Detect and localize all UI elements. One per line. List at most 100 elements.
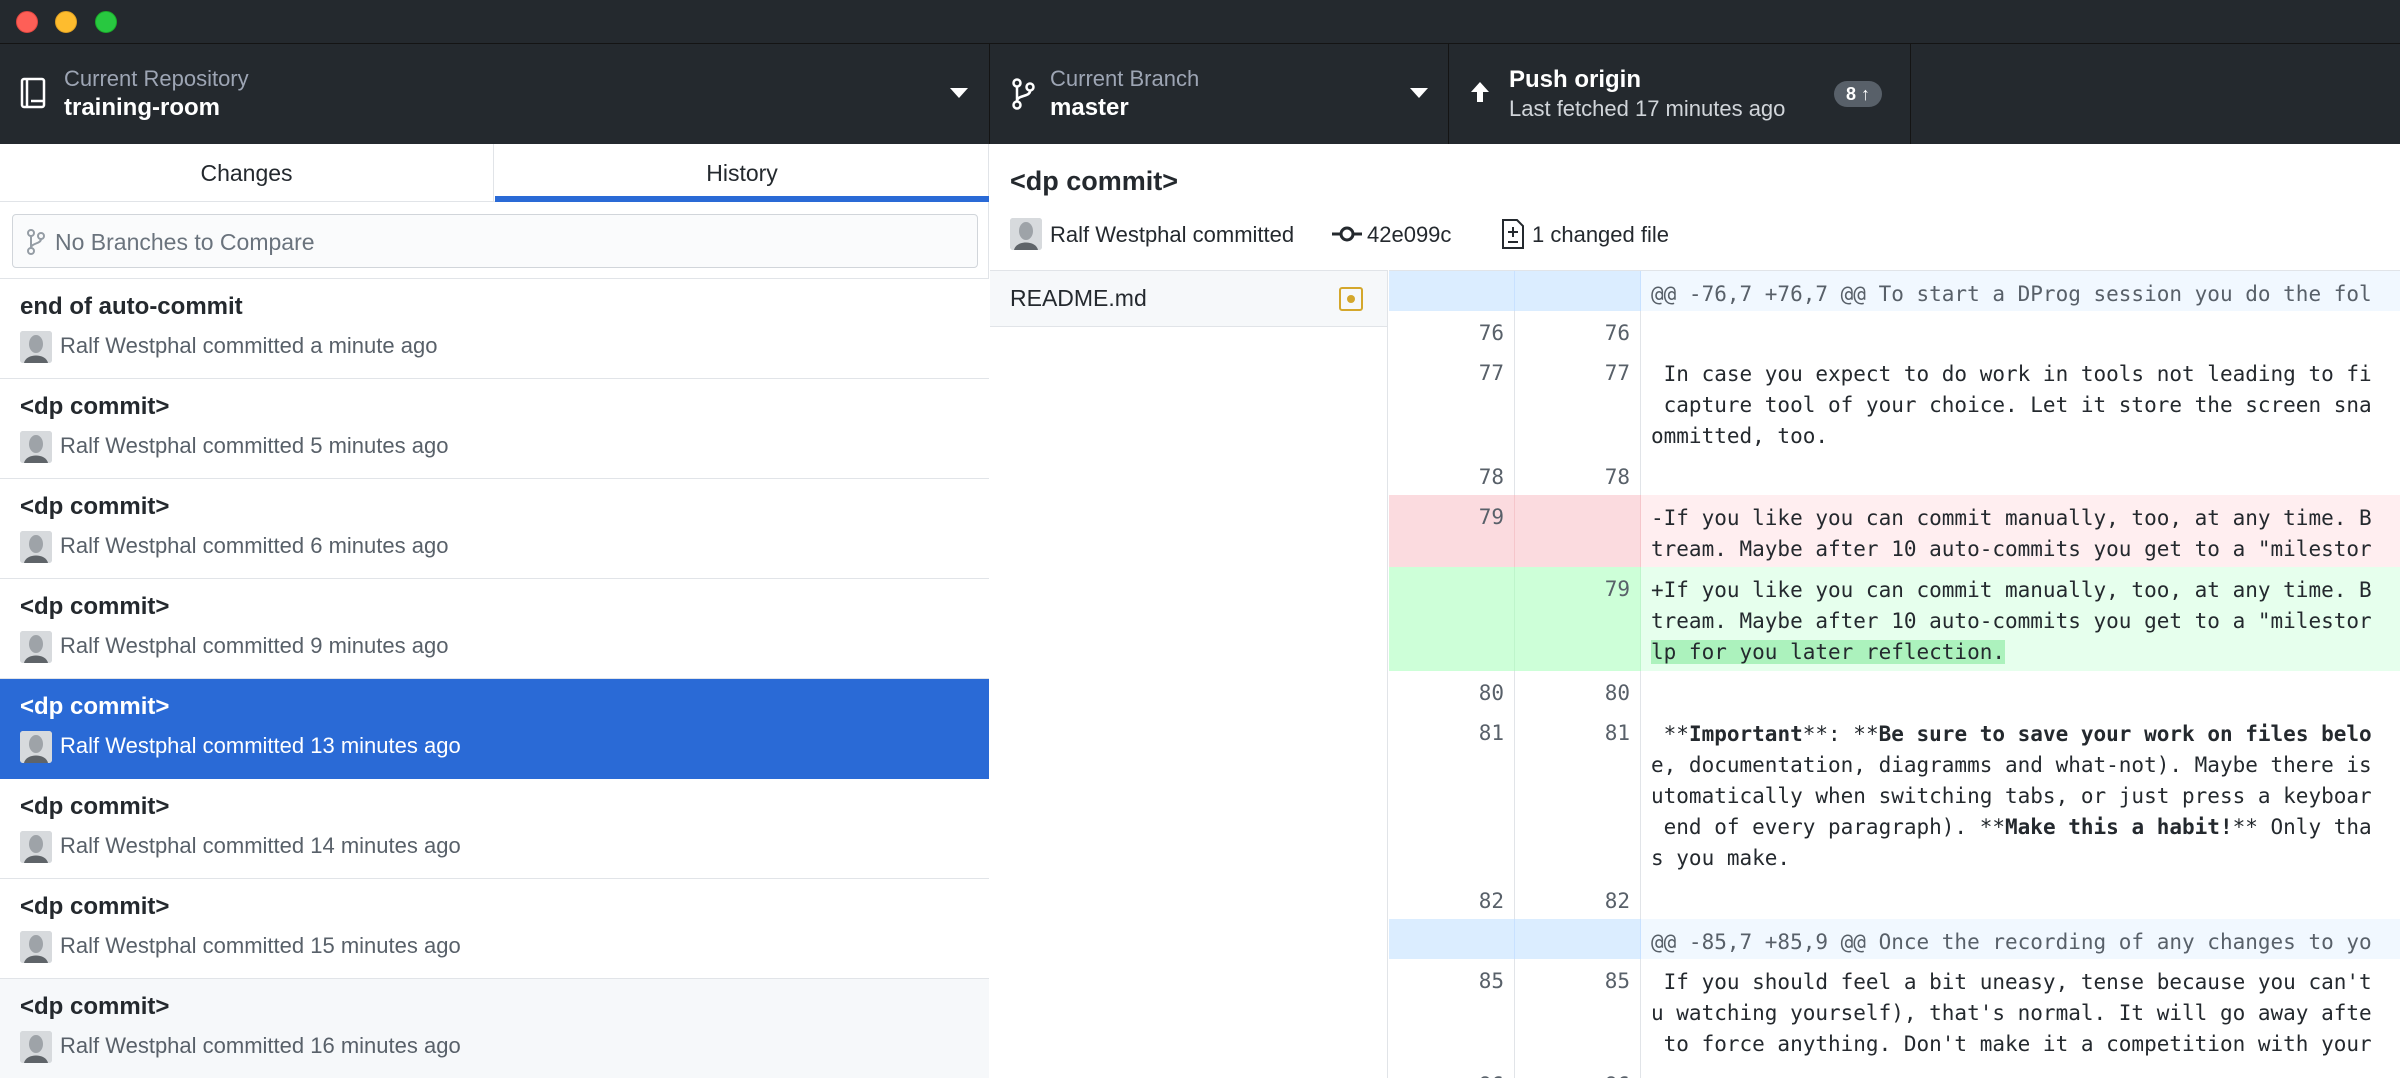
text-run: **: ** bbox=[1802, 722, 1879, 746]
diff-line: 81 81 **Important**: **Be sure to save y… bbox=[1389, 711, 2400, 879]
current-repository-button[interactable]: Current Repository training-room bbox=[0, 44, 990, 144]
push-title: Push origin bbox=[1509, 66, 1641, 93]
tab-changes[interactable]: Changes bbox=[0, 144, 494, 202]
commit-meta: Ralf Westphal committed 16 minutes ago bbox=[60, 1033, 461, 1058]
line-text-wrap: s you make. bbox=[1651, 846, 1791, 870]
avatar bbox=[20, 831, 52, 863]
line-text-wrap: -If you like you can commit manually, to… bbox=[1651, 506, 2372, 530]
minimize-window-button[interactable] bbox=[55, 11, 77, 33]
line-number-new: 82 bbox=[1515, 879, 1641, 919]
diff-view[interactable]: @@ -76,7 +76,7 @@ To start a DProg sessi… bbox=[1389, 270, 2400, 1078]
file-list-item[interactable]: README.md bbox=[990, 271, 1387, 327]
tab-history[interactable]: History bbox=[495, 144, 989, 202]
chevron-down-icon bbox=[1410, 88, 1428, 98]
commit-list-item[interactable]: <dp commit> Ralf Westphal committed 9 mi… bbox=[0, 579, 989, 679]
hunk-text: @@ -76,7 +76,7 @@ To start a DProg sessi… bbox=[1651, 282, 2372, 306]
commit-detail-pane: <dp commit> Ralf Westphal committed 42e0… bbox=[990, 144, 2400, 1078]
diff-line-deleted: 79 -If you like you can commit manually,… bbox=[1389, 495, 2400, 567]
line-text bbox=[1641, 455, 2400, 495]
line-number-new: 80 bbox=[1515, 671, 1641, 711]
line-number-new: 86 bbox=[1515, 1063, 1641, 1078]
line-number-old bbox=[1389, 919, 1515, 959]
line-number-old: 85 bbox=[1389, 959, 1515, 1063]
avatar bbox=[20, 331, 52, 363]
avatar bbox=[1010, 218, 1042, 250]
line-text: In case you expect to do work in tools n… bbox=[1641, 351, 2400, 455]
line-number-old: 79 bbox=[1389, 495, 1515, 567]
branch-compare-input[interactable]: No Branches to Compare bbox=[12, 214, 978, 268]
diff-hunk-header: @@ -85,7 +85,9 @@ Once the recording of … bbox=[1389, 919, 2400, 959]
line-number-new: 77 bbox=[1515, 351, 1641, 455]
file-name: README.md bbox=[1010, 285, 1147, 311]
diff-line: 85 85 If you should feel a bit uneasy, t… bbox=[1389, 959, 2400, 1063]
commit-list-item[interactable]: <dp commit> Ralf Westphal committed 16 m… bbox=[0, 979, 989, 1078]
line-number-new bbox=[1515, 271, 1641, 311]
arrow-up-icon bbox=[1471, 82, 1489, 102]
avatar bbox=[20, 431, 52, 463]
repo-name: training-room bbox=[64, 94, 220, 121]
line-number-old: 78 bbox=[1389, 455, 1515, 495]
avatar bbox=[20, 1031, 52, 1063]
file-modified-icon bbox=[1339, 287, 1363, 311]
commit-list-item[interactable]: <dp commit> Ralf Westphal committed 15 m… bbox=[0, 879, 989, 979]
commit-list: end of auto-commit Ralf Westphal committ… bbox=[0, 278, 989, 1078]
added-text-highlight: lp for you later reflection. bbox=[1651, 640, 2006, 664]
line-text-wrap: +If you like you can commit manually, to… bbox=[1651, 578, 2372, 602]
branch-icon bbox=[1012, 78, 1035, 110]
line-number-old bbox=[1389, 567, 1515, 671]
commit-meta: Ralf Westphal committed a minute ago bbox=[60, 333, 438, 358]
avatar bbox=[20, 631, 52, 663]
tab-bar: Changes History bbox=[0, 144, 989, 202]
avatar bbox=[20, 931, 52, 963]
push-origin-button[interactable]: Push origin Last fetched 17 minutes ago … bbox=[1449, 44, 1911, 144]
line-number-new: 81 bbox=[1515, 711, 1641, 879]
git-commit-icon bbox=[1332, 226, 1362, 242]
close-window-button[interactable] bbox=[16, 11, 38, 33]
line-text-wrap: tream. Maybe after 10 auto-commits you g… bbox=[1651, 609, 2372, 633]
line-text: **Important**: **Be sure to save your wo… bbox=[1641, 711, 2400, 879]
commit-list-item[interactable]: end of auto-commit Ralf Westphal committ… bbox=[0, 279, 989, 379]
line-number-old: 86 bbox=[1389, 1063, 1515, 1078]
commit-meta: Ralf Westphal committed 15 minutes ago bbox=[60, 933, 461, 958]
line-text bbox=[1641, 671, 2400, 711]
commit-list-item[interactable]: <dp commit> Ralf Westphal committed 6 mi… bbox=[0, 479, 989, 579]
line-text: -If you like you can commit manually, to… bbox=[1641, 495, 2400, 567]
line-number-old: 82 bbox=[1389, 879, 1515, 919]
commit-meta: Ralf Westphal committed 9 minutes ago bbox=[60, 633, 449, 658]
commit-meta: Ralf Westphal committed 14 minutes ago bbox=[60, 833, 461, 858]
active-tab-indicator bbox=[495, 196, 989, 202]
commit-title: <dp commit> bbox=[20, 893, 170, 920]
commit-sha[interactable]: 42e099c bbox=[1367, 222, 1451, 248]
commit-title: end of auto-commit bbox=[20, 293, 243, 320]
commit-list-item[interactable]: <dp commit> Ralf Westphal committed 5 mi… bbox=[0, 379, 989, 479]
line-number-new: 78 bbox=[1515, 455, 1641, 495]
line-text bbox=[1641, 1063, 2400, 1078]
diff-line: 77 77 In case you expect to do work in t… bbox=[1389, 351, 2400, 455]
commit-title: <dp commit> bbox=[20, 493, 170, 520]
commit-list-item-selected[interactable]: <dp commit> Ralf Westphal committed 13 m… bbox=[0, 679, 989, 779]
line-text-wrap: to force anything. Don't make it a compe… bbox=[1651, 1032, 2372, 1056]
line-number-new bbox=[1515, 495, 1641, 567]
line-number-old: 77 bbox=[1389, 351, 1515, 455]
repo-label: Current Repository bbox=[64, 66, 249, 91]
diff-line: 76 76 bbox=[1389, 311, 2400, 351]
sidebar: Changes History No Branches to Compare e… bbox=[0, 144, 989, 1078]
zoom-window-button[interactable] bbox=[95, 11, 117, 33]
branch-name: master bbox=[1050, 94, 1129, 121]
diff-line: 86 86 bbox=[1389, 1063, 2400, 1078]
line-number-new: 79 bbox=[1515, 567, 1641, 671]
current-branch-button[interactable]: Current Branch master bbox=[990, 44, 1449, 144]
line-text-wrap: tream. Maybe after 10 auto-commits you g… bbox=[1651, 537, 2372, 561]
line-text-wrap: e, documentation, diagramms and what-not… bbox=[1651, 753, 2372, 777]
commit-list-item[interactable]: <dp commit> Ralf Westphal committed 14 m… bbox=[0, 779, 989, 879]
line-text bbox=[1641, 311, 2400, 351]
text-run: ** bbox=[1651, 722, 1689, 746]
line-number-old: 80 bbox=[1389, 671, 1515, 711]
avatar bbox=[20, 531, 52, 563]
commit-title: <dp commit> bbox=[20, 393, 170, 420]
commit-author: Ralf Westphal committed bbox=[1050, 222, 1295, 247]
line-text-wrap: capture tool of your choice. Let it stor… bbox=[1651, 393, 2372, 417]
diff-line-added: 79 +If you like you can commit manually,… bbox=[1389, 567, 2400, 671]
bold-text-run: Make this a habit! bbox=[2005, 815, 2233, 839]
commit-summary-title: <dp commit> bbox=[1010, 166, 1179, 196]
